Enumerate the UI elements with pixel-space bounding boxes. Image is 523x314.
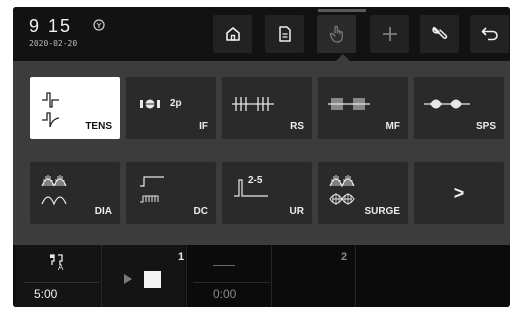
add-button[interactable] <box>370 15 409 53</box>
mode-ur[interactable]: 2-5 UR <box>222 162 312 224</box>
mode-dc[interactable]: DC <box>126 162 216 224</box>
mode-sps[interactable]: SPS <box>414 77 504 139</box>
channel-2-panel[interactable] <box>187 245 353 307</box>
channel-2-number: 2 <box>341 251 348 263</box>
electrode-label: A <box>58 263 64 272</box>
top-bar: 9 15 2020-02-20 <box>13 7 510 61</box>
back-button[interactable] <box>470 15 509 53</box>
play-icon[interactable] <box>123 273 133 285</box>
mode-ur-range: 2-5 <box>248 175 263 186</box>
hand-icon <box>329 25 343 43</box>
channel-1-number: 1 <box>178 251 185 263</box>
electrode-icon <box>50 254 63 265</box>
channel-2-timer: 0:00 <box>213 287 237 301</box>
mode-mf[interactable]: MF <box>318 77 408 139</box>
channel-1-timer: 5:00 <box>34 287 58 301</box>
manual-mode-button[interactable] <box>317 15 356 53</box>
mode-selection-panel: TENS 2p IF RS MF SPS DIA DC 2-5 UR SURGE… <box>13 61 510 245</box>
mode-if-poles: 2p <box>170 98 182 109</box>
divider <box>271 245 272 307</box>
mode-surge-label: SURGE <box>364 206 400 217</box>
divider <box>24 282 99 283</box>
active-tab-indicator <box>318 9 366 12</box>
device-screen: 9 15 2020-02-20 TENS 2p IF RS MF SPS DIA… <box>13 7 510 307</box>
mode-mf-label: MF <box>385 121 400 132</box>
mode-dia[interactable]: DIA <box>30 162 120 224</box>
mode-if-label: IF <box>199 121 208 132</box>
home-icon <box>225 27 240 41</box>
channel-1-panel[interactable]: A 5:00 1 <box>15 245 185 307</box>
channel-2-empty-indicator <box>213 265 235 266</box>
document-icon <box>278 26 291 42</box>
date: 2020-02-20 <box>29 39 78 48</box>
channel-strip: A 5:00 1 0:00 2 <box>13 245 510 307</box>
home-button[interactable] <box>213 15 252 53</box>
divider <box>193 282 270 283</box>
plus-icon <box>382 27 397 41</box>
mode-rs-label: RS <box>290 121 304 132</box>
mode-dc-label: DC <box>193 206 208 217</box>
divider <box>101 245 102 307</box>
mode-if[interactable]: 2p IF <box>126 77 216 139</box>
mode-sps-label: SPS <box>475 121 496 132</box>
chevron-right-icon: > <box>453 182 465 203</box>
back-icon <box>481 27 498 41</box>
mode-dia-label: DIA <box>94 206 112 217</box>
clock: 9 15 <box>29 16 73 36</box>
mode-surge[interactable]: SURGE <box>318 162 408 224</box>
document-button[interactable] <box>265 15 304 53</box>
stop-button[interactable] <box>144 271 161 288</box>
settings-button[interactable] <box>420 15 459 53</box>
mode-ur-label: UR <box>289 206 304 217</box>
mode-rs[interactable]: RS <box>222 77 312 139</box>
mode-tens[interactable]: TENS <box>30 77 120 139</box>
wrench-icon <box>431 26 447 39</box>
connection-icon <box>93 19 105 31</box>
next-page-button[interactable]: > <box>414 162 504 224</box>
mode-tens-label: TENS <box>85 121 112 132</box>
divider <box>355 245 356 307</box>
